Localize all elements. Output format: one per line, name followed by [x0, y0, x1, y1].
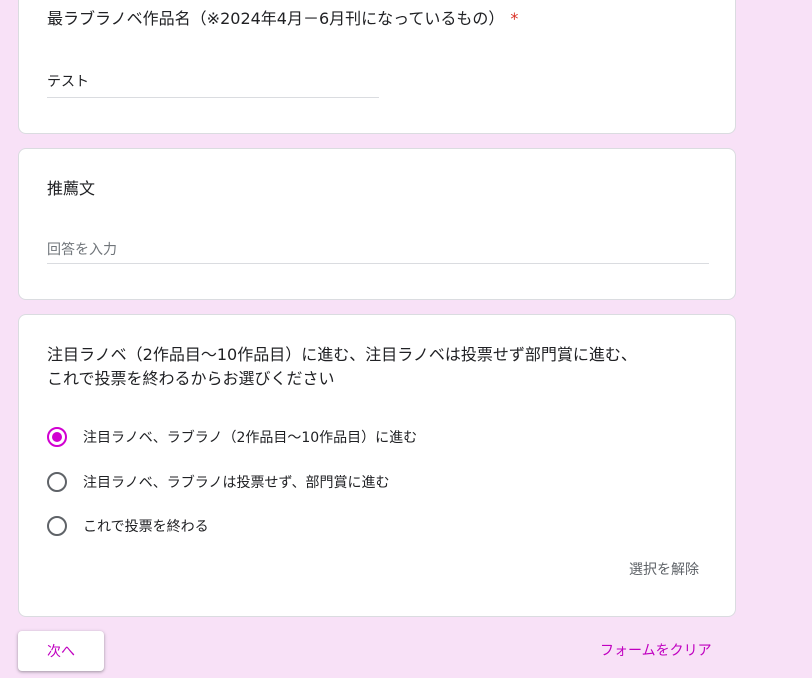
clear-form-link[interactable]: フォームをクリア: [600, 640, 712, 660]
radio-option-label: 注目ラノベ、ラブラノ（2作品目〜10作品目）に進む: [83, 430, 418, 446]
radio-unchecked-icon[interactable]: [47, 472, 67, 492]
answer-underline: [47, 263, 709, 264]
radio-option-label: これで投票を終わる: [83, 519, 209, 535]
radio-option-1[interactable]: 注目ラノベ、ラブラノ（2作品目〜10作品目）に進む: [47, 425, 417, 449]
question-title-text: 最ラブラノベ作品名（※2024年4月－6月刊になっているもの）: [47, 9, 505, 28]
question-title: 最ラブラノベ作品名（※2024年4月－6月刊になっているもの） *: [47, 7, 518, 31]
question-title-line2: これで投票を終わるからお選びください: [47, 369, 335, 388]
recommendation-input[interactable]: 回答を入力: [47, 239, 117, 259]
radio-option-2[interactable]: 注目ラノベ、ラブラノは投票せず、部門賞に進む: [47, 470, 389, 494]
next-button[interactable]: 次へ: [18, 631, 104, 671]
radio-option-3[interactable]: これで投票を終わる: [47, 514, 209, 538]
clear-selection-button[interactable]: 選択を解除: [629, 559, 699, 579]
radio-unchecked-icon[interactable]: [47, 516, 67, 536]
question-title: 推薦文: [47, 179, 96, 198]
answer-input[interactable]: テスト: [47, 71, 89, 91]
answer-underline: [47, 97, 379, 98]
question-card-recommendation: 推薦文 回答を入力: [18, 148, 736, 300]
required-asterisk: *: [510, 9, 519, 28]
question-card-next-step: 注目ラノベ（2作品目〜10作品目）に進む、注目ラノベは投票せず部門賞に進む、 こ…: [18, 314, 736, 617]
question-card-title: 最ラブラノベ作品名（※2024年4月－6月刊になっているもの） * テスト: [18, 0, 736, 134]
question-title: 注目ラノベ（2作品目〜10作品目）に進む、注目ラノベは投票せず部門賞に進む、 こ…: [47, 343, 637, 391]
question-title-line1: 注目ラノベ（2作品目〜10作品目）に進む、注目ラノベは投票せず部門賞に進む、: [47, 345, 637, 364]
radio-option-label: 注目ラノベ、ラブラノは投票せず、部門賞に進む: [83, 475, 390, 491]
radio-checked-icon[interactable]: [47, 427, 67, 447]
